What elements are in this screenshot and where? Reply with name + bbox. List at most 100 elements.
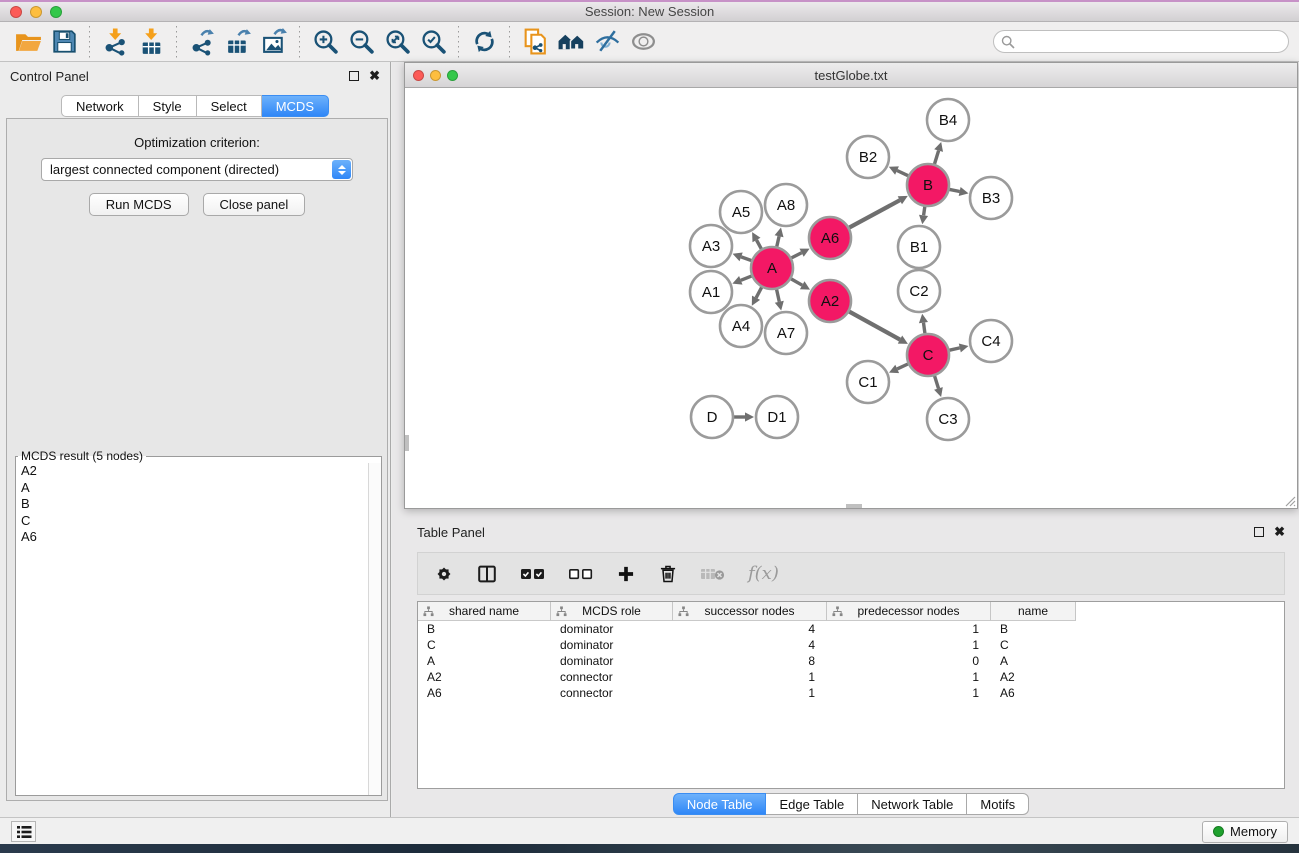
edge-A-A1[interactable] bbox=[741, 276, 752, 280]
edge-A-A5[interactable] bbox=[757, 240, 762, 249]
edge-B-B3[interactable] bbox=[950, 189, 960, 191]
close-panel-icon[interactable]: ✖ bbox=[1274, 527, 1285, 537]
show-column-panel-icon[interactable] bbox=[476, 563, 498, 585]
cell-shared-name[interactable]: A6 bbox=[418, 686, 551, 700]
edge-C-C4[interactable] bbox=[950, 348, 960, 350]
resize-grip-icon[interactable] bbox=[1283, 494, 1296, 507]
cell-shared-name[interactable]: C bbox=[418, 638, 551, 652]
edge-C-C2[interactable] bbox=[924, 323, 925, 334]
network-from-file-icon[interactable] bbox=[517, 25, 553, 59]
zoom-in-icon[interactable] bbox=[307, 25, 343, 59]
zoom-selected-icon[interactable] bbox=[415, 25, 451, 59]
search-input[interactable] bbox=[993, 30, 1289, 53]
birdseye-view-icon[interactable] bbox=[553, 25, 589, 59]
column-header-successor-nodes[interactable]: successor nodes bbox=[673, 602, 827, 621]
cell-shared-name[interactable]: A bbox=[418, 654, 551, 668]
show-graphics-details-icon[interactable] bbox=[625, 25, 661, 59]
close-panel-button[interactable]: Close panel bbox=[203, 193, 306, 216]
table-row[interactable]: Adominator80A bbox=[418, 653, 1284, 669]
table-row[interactable]: Cdominator41C bbox=[418, 637, 1284, 653]
float-panel-icon[interactable] bbox=[349, 71, 359, 81]
cell-successor-nodes[interactable]: 1 bbox=[673, 670, 827, 684]
edge-B-B4[interactable] bbox=[935, 151, 939, 164]
tab-node-table[interactable]: Node Table bbox=[673, 793, 767, 815]
tab-mcds[interactable]: MCDS bbox=[262, 95, 329, 117]
edge-A-A6[interactable] bbox=[792, 253, 802, 258]
save-session-icon[interactable] bbox=[46, 25, 82, 59]
apply-function-icon[interactable]: f(x) bbox=[748, 563, 779, 584]
destroy-table-icon[interactable] bbox=[700, 565, 726, 583]
table-options-gear-icon[interactable] bbox=[434, 564, 454, 584]
tab-edge-table[interactable]: Edge Table bbox=[766, 793, 858, 815]
cell-successor-nodes[interactable]: 1 bbox=[673, 686, 827, 700]
edge-A-A3[interactable] bbox=[741, 257, 751, 261]
edge-A-A7[interactable] bbox=[777, 290, 780, 302]
cell-predecessor-nodes[interactable]: 1 bbox=[827, 670, 991, 684]
zoom-out-icon[interactable] bbox=[343, 25, 379, 59]
edge-A6-B[interactable] bbox=[849, 200, 900, 227]
edge-A-A2[interactable] bbox=[791, 279, 802, 285]
column-header-name[interactable]: name bbox=[991, 602, 1076, 621]
cell-successor-nodes[interactable]: 4 bbox=[673, 622, 827, 636]
cell-predecessor-nodes[interactable]: 1 bbox=[827, 638, 991, 652]
cell-shared-name[interactable]: B bbox=[418, 622, 551, 636]
import-network-icon[interactable] bbox=[97, 25, 133, 59]
cell-name[interactable]: A6 bbox=[991, 686, 1076, 700]
mcds-result-item[interactable]: B bbox=[16, 496, 368, 513]
cell-MCDS-role[interactable]: dominator bbox=[551, 638, 673, 652]
mcds-result-item[interactable]: A bbox=[16, 480, 368, 497]
table-row[interactable]: A6connector11A6 bbox=[418, 685, 1284, 701]
task-history-button[interactable] bbox=[11, 821, 36, 842]
network-window-titlebar[interactable]: testGlobe.txt bbox=[405, 63, 1297, 88]
hide-graphics-details-icon[interactable] bbox=[589, 25, 625, 59]
mcds-result-item[interactable]: A2 bbox=[16, 463, 368, 480]
cell-name[interactable]: C bbox=[991, 638, 1076, 652]
tab-network[interactable]: Network bbox=[61, 95, 139, 117]
mcds-result-item[interactable]: C bbox=[16, 513, 368, 530]
cell-MCDS-role[interactable]: dominator bbox=[551, 654, 673, 668]
edge-C-C3[interactable] bbox=[935, 376, 939, 389]
export-image-icon[interactable] bbox=[256, 25, 292, 59]
edge-B-B1[interactable] bbox=[924, 207, 925, 216]
cell-name[interactable]: A bbox=[991, 654, 1076, 668]
column-header-MCDS-role[interactable]: MCDS role bbox=[551, 602, 673, 621]
edge-A2-C[interactable] bbox=[849, 312, 900, 340]
table-row[interactable]: A2connector11A2 bbox=[418, 669, 1284, 685]
mcds-result-list[interactable]: A2ABCA6 bbox=[16, 463, 368, 795]
import-table-icon[interactable] bbox=[133, 25, 169, 59]
close-panel-icon[interactable]: ✖ bbox=[369, 71, 380, 81]
cell-MCDS-role[interactable]: connector bbox=[551, 686, 673, 700]
column-header-predecessor-nodes[interactable]: predecessor nodes bbox=[827, 602, 991, 621]
add-row-icon[interactable] bbox=[616, 564, 636, 584]
tab-style[interactable]: Style bbox=[139, 95, 197, 117]
criterion-select[interactable]: largest connected component (directed) bbox=[41, 158, 353, 181]
select-all-columns-icon[interactable] bbox=[520, 566, 546, 582]
edge-C-C1[interactable] bbox=[897, 364, 908, 369]
tab-motifs[interactable]: Motifs bbox=[967, 793, 1029, 815]
edge-B-B2[interactable] bbox=[897, 171, 908, 176]
edge-A-A4[interactable] bbox=[756, 287, 762, 297]
cell-predecessor-nodes[interactable]: 1 bbox=[827, 622, 991, 636]
mcds-list-scrollbar[interactable] bbox=[368, 463, 381, 795]
tab-network-table[interactable]: Network Table bbox=[858, 793, 967, 815]
cell-name[interactable]: B bbox=[991, 622, 1076, 636]
export-table-icon[interactable] bbox=[220, 25, 256, 59]
vertical-scroll-thumb[interactable] bbox=[405, 435, 409, 451]
cell-predecessor-nodes[interactable]: 0 bbox=[827, 654, 991, 668]
deselect-all-columns-icon[interactable] bbox=[568, 566, 594, 582]
float-panel-icon[interactable] bbox=[1254, 527, 1264, 537]
refresh-layout-icon[interactable] bbox=[466, 25, 502, 59]
column-header-shared-name[interactable]: shared name bbox=[418, 602, 551, 621]
horizontal-scroll-thumb[interactable] bbox=[846, 504, 862, 508]
export-network-icon[interactable] bbox=[184, 25, 220, 59]
mcds-result-item[interactable]: A6 bbox=[16, 529, 368, 546]
cell-predecessor-nodes[interactable]: 1 bbox=[827, 686, 991, 700]
zoom-fit-icon[interactable] bbox=[379, 25, 415, 59]
open-session-icon[interactable] bbox=[10, 25, 46, 59]
tab-select[interactable]: Select bbox=[197, 95, 262, 117]
cell-shared-name[interactable]: A2 bbox=[418, 670, 551, 684]
cell-MCDS-role[interactable]: connector bbox=[551, 670, 673, 684]
cell-name[interactable]: A2 bbox=[991, 670, 1076, 684]
delete-rows-icon[interactable] bbox=[658, 564, 678, 584]
cell-successor-nodes[interactable]: 4 bbox=[673, 638, 827, 652]
